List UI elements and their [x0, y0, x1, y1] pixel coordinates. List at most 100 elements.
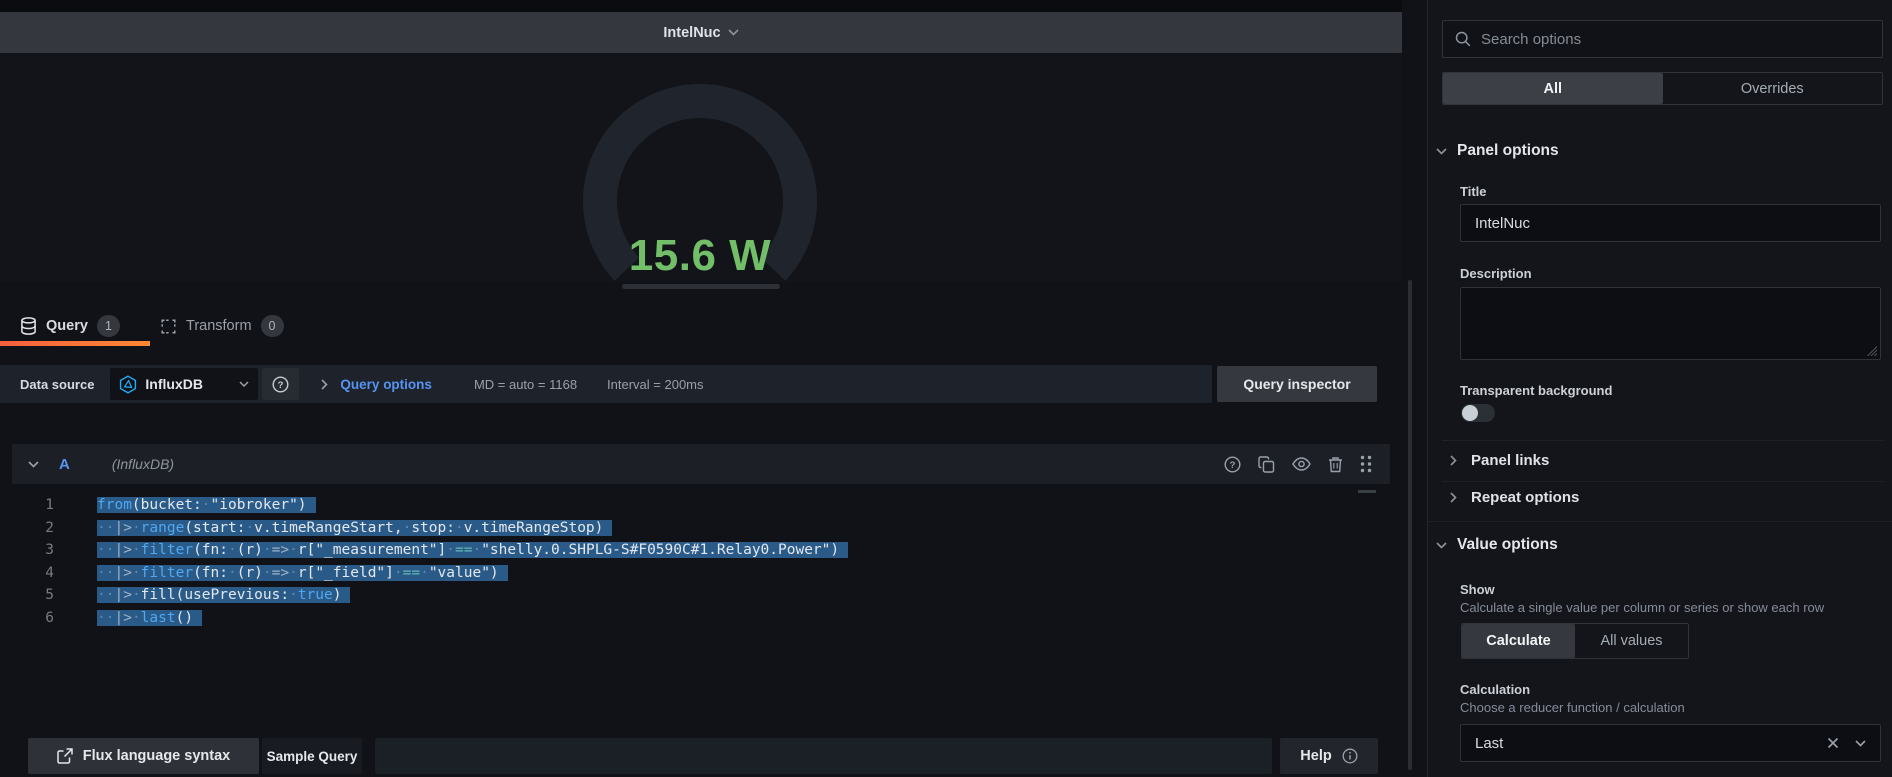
- show-field-description: Calculate a single value per column or s…: [1460, 600, 1824, 615]
- code-line: 4··|>·filter(fn:·(r)·=>·r["_field"]·==·"…: [12, 562, 1390, 585]
- panel-preview: 15.6 W: [0, 53, 1402, 282]
- gauge-value: 15.6 W: [550, 231, 850, 281]
- query-options-md: MD = auto = 1168: [474, 377, 577, 392]
- panel-header[interactable]: IntelNuc: [0, 12, 1402, 53]
- code-line: 2··|>·range(start:·v.timeRangeStart,·sto…: [12, 517, 1390, 540]
- calculation-field-description: Choose a reducer function / calculation: [1460, 700, 1685, 715]
- code-line: 6··|>·last(): [12, 607, 1390, 630]
- search-placeholder: Search options: [1481, 31, 1581, 48]
- all-values-tab[interactable]: All values: [1575, 624, 1688, 658]
- active-tab-underline: [0, 341, 150, 346]
- svg-text:?: ?: [1230, 460, 1236, 471]
- svg-text:?: ?: [278, 380, 284, 391]
- query-options-chevron-icon[interactable]: [321, 379, 328, 390]
- tab-query-label: Query: [46, 318, 88, 334]
- drag-handle-icon[interactable]: [1360, 455, 1372, 473]
- datasource-name: InfluxDB: [145, 376, 231, 392]
- help-label: Help: [1300, 748, 1331, 764]
- calculate-tab[interactable]: Calculate: [1462, 624, 1575, 658]
- query-inspector-button[interactable]: Query inspector: [1217, 366, 1377, 402]
- tab-query-count: 1: [97, 315, 120, 337]
- textarea-resize-handle[interactable]: [1865, 344, 1877, 356]
- search-options-input[interactable]: Search options: [1442, 20, 1883, 58]
- tab-transform-count: 0: [261, 315, 284, 337]
- line-number: 6: [12, 607, 54, 630]
- filter-all-tab[interactable]: All: [1443, 73, 1663, 104]
- search-icon: [1455, 31, 1471, 47]
- query-options-link[interactable]: Query options: [340, 377, 432, 392]
- panel-title: IntelNuc: [663, 25, 720, 41]
- database-icon: [20, 317, 37, 335]
- value-options-header[interactable]: Value options: [1436, 536, 1558, 554]
- panel-options-chevron-down-icon: [1436, 148, 1447, 155]
- panel-resize-handle[interactable]: [622, 284, 780, 289]
- show-field-label: Show: [1460, 582, 1495, 597]
- hide-query-eye-icon[interactable]: [1292, 457, 1311, 471]
- transform-icon: [160, 318, 177, 335]
- filter-overrides-tab[interactable]: Overrides: [1663, 73, 1883, 104]
- select-chevron-down-icon[interactable]: [1855, 740, 1866, 747]
- description-field-label: Description: [1460, 266, 1532, 281]
- panel-links-row[interactable]: Panel links: [1450, 452, 1549, 469]
- top-strip: [0, 0, 1402, 12]
- calculation-select-value: Last: [1475, 735, 1827, 752]
- query-ref-id: A: [59, 456, 70, 473]
- tab-transform[interactable]: Transform 0: [160, 311, 284, 341]
- query-row-collapse-chevron-icon[interactable]: [28, 461, 39, 468]
- panel-title-chevron-down-icon: [728, 29, 739, 36]
- repeat-options-chevron-right-icon: [1450, 492, 1457, 503]
- panel-links-chevron-right-icon: [1450, 455, 1457, 466]
- panel-options-header[interactable]: Panel options: [1436, 142, 1559, 160]
- help-button[interactable]: Help: [1280, 738, 1378, 774]
- line-number: 2: [12, 517, 54, 540]
- editor-tab-bar: Query 1 Transform 0: [0, 303, 1402, 347]
- left-pane-scrollbar[interactable]: [1408, 280, 1412, 770]
- code-lines: 1from(bucket:·"iobroker")2··|>·range(sta…: [12, 494, 1390, 629]
- line-number: 5: [12, 584, 54, 607]
- panel-title-input[interactable]: IntelNuc: [1460, 204, 1881, 242]
- code-line: 1from(bucket:·"iobroker"): [12, 494, 1390, 517]
- flux-syntax-label: Flux language syntax: [83, 748, 230, 764]
- panel-title-input-value: IntelNuc: [1475, 215, 1530, 232]
- duplicate-query-icon[interactable]: [1258, 456, 1275, 473]
- datasource-picker[interactable]: InfluxDB: [110, 368, 258, 400]
- sample-query-button[interactable]: Sample Query: [262, 738, 362, 774]
- description-textarea[interactable]: [1460, 287, 1881, 360]
- delete-query-trash-icon[interactable]: [1328, 456, 1343, 473]
- datasource-toolbar: Data source InfluxDB ? Query options MD …: [0, 365, 1212, 403]
- tab-query[interactable]: Query 1: [20, 311, 120, 341]
- section-divider: [1428, 521, 1892, 522]
- line-number: 1: [12, 494, 54, 517]
- repeat-options-row[interactable]: Repeat options: [1450, 489, 1579, 506]
- query-options-interval: Interval = 200ms: [607, 377, 703, 392]
- transparent-bg-label: Transparent background: [1460, 383, 1612, 398]
- options-sidebar: Search options All Overrides Panel optio…: [1427, 0, 1892, 777]
- editor-scrollbar[interactable]: [1358, 490, 1376, 493]
- value-options-chevron-down-icon: [1436, 542, 1447, 549]
- tab-transform-label: Transform: [186, 318, 252, 334]
- line-number: 3: [12, 539, 54, 562]
- external-link-icon: [57, 748, 73, 764]
- query-help-icon[interactable]: ?: [1224, 456, 1241, 473]
- datasource-label: Data source: [20, 377, 94, 392]
- query-row-header[interactable]: A (InfluxDB) ?: [12, 444, 1390, 484]
- flux-code-editor[interactable]: 1from(bucket:·"iobroker")2··|>·range(sta…: [12, 484, 1390, 718]
- flux-syntax-button[interactable]: Flux language syntax: [28, 738, 259, 774]
- options-filter-group: All Overrides: [1442, 72, 1883, 105]
- divider: [1442, 440, 1883, 441]
- line-number: 4: [12, 562, 54, 585]
- calculation-select[interactable]: Last: [1460, 724, 1881, 762]
- transparent-bg-toggle[interactable]: [1461, 404, 1495, 422]
- datasource-chevron-down-icon: [239, 381, 249, 387]
- calculation-field-label: Calculation: [1460, 682, 1530, 697]
- divider: [1442, 481, 1883, 482]
- clear-selection-x-icon[interactable]: [1827, 737, 1839, 749]
- info-circle-icon: [1342, 748, 1358, 764]
- datasource-help-button[interactable]: ?: [262, 368, 299, 400]
- editor-footer-bar: [375, 738, 1272, 774]
- influxdb-logo-icon: [119, 375, 137, 394]
- code-line: 5··|>·fill(usePrevious:·true): [12, 584, 1390, 607]
- code-line: 3··|>·filter(fn:·(r)·=>·r["_measurement"…: [12, 539, 1390, 562]
- title-field-label: Title: [1460, 184, 1487, 199]
- show-mode-group: Calculate All values: [1461, 623, 1689, 659]
